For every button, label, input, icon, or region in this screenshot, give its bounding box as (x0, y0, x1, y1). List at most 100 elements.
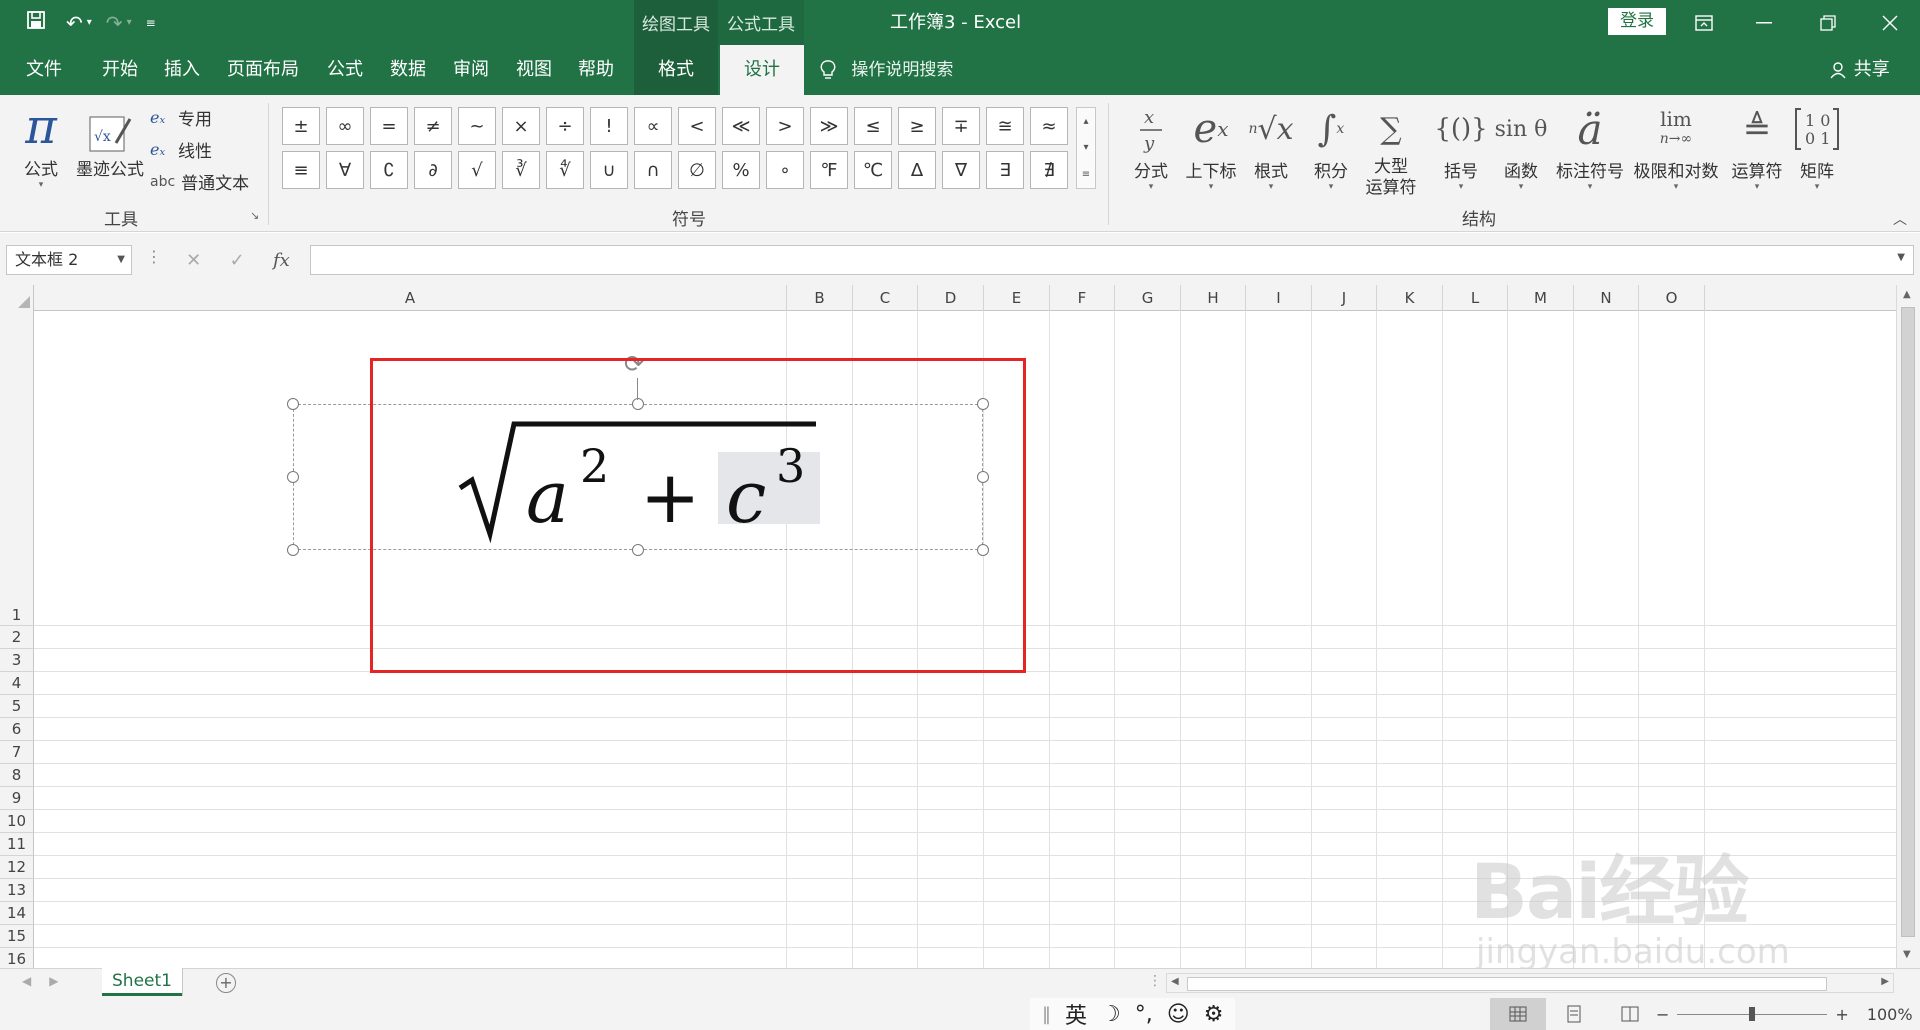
ime-language-toggle[interactable]: 英 (1065, 998, 1087, 1030)
symbol-button[interactable]: ∪ (590, 151, 628, 189)
equation-button[interactable]: π 公式 ▾ (14, 99, 68, 190)
customize-qat-icon[interactable]: ≡ (146, 16, 156, 30)
page-break-view-icon[interactable] (1602, 998, 1658, 1030)
matrix-button[interactable]: 1 00 1 矩阵 ▾ (1784, 101, 1850, 192)
symbol-button[interactable]: ∛ (502, 151, 540, 189)
settings-gear-icon[interactable]: ⚙ (1204, 1002, 1224, 1027)
column-header[interactable]: I (1246, 285, 1312, 311)
professional-button[interactable]: eₓ 专用 (150, 105, 212, 130)
tab-data[interactable]: 数据 (378, 45, 438, 95)
row-header[interactable]: 8 (0, 764, 34, 787)
symbol-button[interactable]: ≅ (986, 107, 1024, 145)
zoom-level[interactable]: 100% (1867, 1005, 1913, 1024)
symbol-button[interactable]: √ (458, 151, 496, 189)
tab-design[interactable]: 设计 (720, 45, 804, 95)
symbol-button[interactable]: > (766, 107, 804, 145)
scroll-down-icon[interactable]: ▼ (1903, 949, 1911, 960)
resize-handle-top-left[interactable] (287, 398, 299, 410)
symbol-button[interactable]: ∜ (546, 151, 584, 189)
symbol-gallery-scroll[interactable]: ▴ ▾ ≡ (1076, 107, 1096, 189)
large-operator-button[interactable]: ∑ 大型 运算符 (1358, 101, 1424, 199)
row-header[interactable]: 3 (0, 649, 34, 672)
share-button[interactable]: 共享 (1830, 45, 1890, 95)
scroll-up-icon[interactable]: ▲ (1903, 289, 1911, 300)
row-header[interactable]: 6 (0, 718, 34, 741)
restore-icon[interactable] (1800, 0, 1856, 45)
symbol-button[interactable]: ~ (458, 107, 496, 145)
emoji-icon[interactable]: ☺ (1167, 1002, 1190, 1027)
horizontal-scroll-thumb[interactable] (1187, 977, 1827, 991)
zoom-slider-knob[interactable] (1749, 1006, 1756, 1021)
ribbon-display-options-icon[interactable] (1676, 0, 1732, 45)
vertical-scroll-thumb[interactable] (1901, 307, 1915, 937)
horizontal-scroll-track[interactable]: ◀ ▶ (1166, 973, 1894, 993)
name-box[interactable]: 文本框 2 ▼ (6, 245, 132, 275)
tab-insert[interactable]: 插入 (152, 45, 212, 95)
tab-page-layout[interactable]: 页面布局 (218, 45, 308, 95)
column-header[interactable]: F (1050, 285, 1115, 311)
column-header[interactable]: A (34, 285, 787, 311)
close-icon[interactable] (1862, 0, 1918, 45)
undo-dropdown-icon[interactable]: ▾ (87, 17, 92, 28)
symbol-button[interactable]: ℉ (810, 151, 848, 189)
column-header[interactable]: C (853, 285, 918, 311)
dialog-launcher-icon[interactable]: ↘ (250, 209, 259, 222)
tell-me-search[interactable]: 操作说明搜索 (820, 45, 953, 95)
integral-button[interactable]: ∫ x 积分 ▾ (1298, 101, 1364, 193)
linear-button[interactable]: eₓ 线性 (150, 137, 212, 162)
tab-file[interactable]: 文件 (14, 45, 74, 95)
redo-icon[interactable]: ↷ (106, 11, 123, 35)
tab-formulas[interactable]: 公式 (316, 45, 374, 95)
gallery-more-icon[interactable]: ≡ (1082, 169, 1090, 180)
row-header[interactable]: 4 (0, 672, 34, 695)
sheet-tab-sheet1[interactable]: Sheet1 (102, 968, 182, 996)
expand-formula-bar-icon[interactable]: ▼ (1897, 252, 1905, 263)
column-header[interactable]: O (1639, 285, 1705, 311)
symbol-button[interactable]: ≠ (414, 107, 452, 145)
symbol-button[interactable]: ∄ (1030, 151, 1068, 189)
symbol-button[interactable]: ∓ (942, 107, 980, 145)
symbol-button[interactable]: ℃ (854, 151, 892, 189)
formula-bar-splitter[interactable]: ⋮ (146, 247, 162, 266)
row-header[interactable]: 2 (0, 626, 34, 649)
chevron-down-icon[interactable]: ▼ (117, 246, 125, 274)
symbol-button[interactable]: ≫ (810, 107, 848, 145)
insert-function-icon[interactable]: fx (273, 250, 290, 271)
add-sheet-icon[interactable]: + (216, 973, 236, 993)
symbol-button[interactable]: ≪ (722, 107, 760, 145)
tab-home[interactable]: 开始 (90, 45, 150, 95)
row-header[interactable]: 11 (0, 833, 34, 856)
select-all-corner[interactable] (0, 285, 34, 311)
symbol-button[interactable]: ∂ (414, 151, 452, 189)
symbol-button[interactable]: ! (590, 107, 628, 145)
row-header[interactable]: 5 (0, 695, 34, 718)
gallery-down-icon[interactable]: ▾ (1083, 142, 1088, 153)
symbol-button[interactable]: ∝ (634, 107, 672, 145)
column-header[interactable]: K (1377, 285, 1443, 311)
column-header[interactable]: J (1312, 285, 1377, 311)
moon-icon[interactable]: ☽ (1101, 1002, 1121, 1027)
zoom-out-icon[interactable]: − (1656, 1005, 1669, 1024)
row-header[interactable]: 10 (0, 810, 34, 833)
login-button[interactable]: 登录 (1608, 8, 1666, 35)
symbol-button[interactable]: ∃ (986, 151, 1024, 189)
symbol-button[interactable]: ∆ (898, 151, 936, 189)
row-header[interactable]: 1 (0, 311, 34, 626)
row-header[interactable]: 15 (0, 925, 34, 948)
symbol-button[interactable]: ≡ (282, 151, 320, 189)
zoom-in-icon[interactable]: + (1835, 1005, 1848, 1024)
ime-drag-handle[interactable]: ‖ (1042, 1004, 1051, 1025)
symbol-button[interactable]: < (678, 107, 716, 145)
normal-text-button[interactable]: abc 普通文本 (150, 169, 249, 195)
symbol-button[interactable]: ∩ (634, 151, 672, 189)
symbol-button[interactable]: % (722, 151, 760, 189)
sheet-prev-icon[interactable]: ◀ (22, 974, 49, 988)
symbol-button[interactable]: ÷ (546, 107, 584, 145)
limit-log-button[interactable]: lim n→∞ 极限和对数 ▾ (1630, 101, 1722, 192)
symbol-button[interactable]: ∘ (766, 151, 804, 189)
symbol-button[interactable]: ≥ (898, 107, 936, 145)
gallery-up-icon[interactable]: ▴ (1083, 116, 1088, 127)
redo-dropdown-icon[interactable]: ▾ (127, 17, 132, 28)
script-button[interactable]: ex 上下标 ▾ (1178, 101, 1244, 192)
column-header[interactable]: D (918, 285, 984, 311)
